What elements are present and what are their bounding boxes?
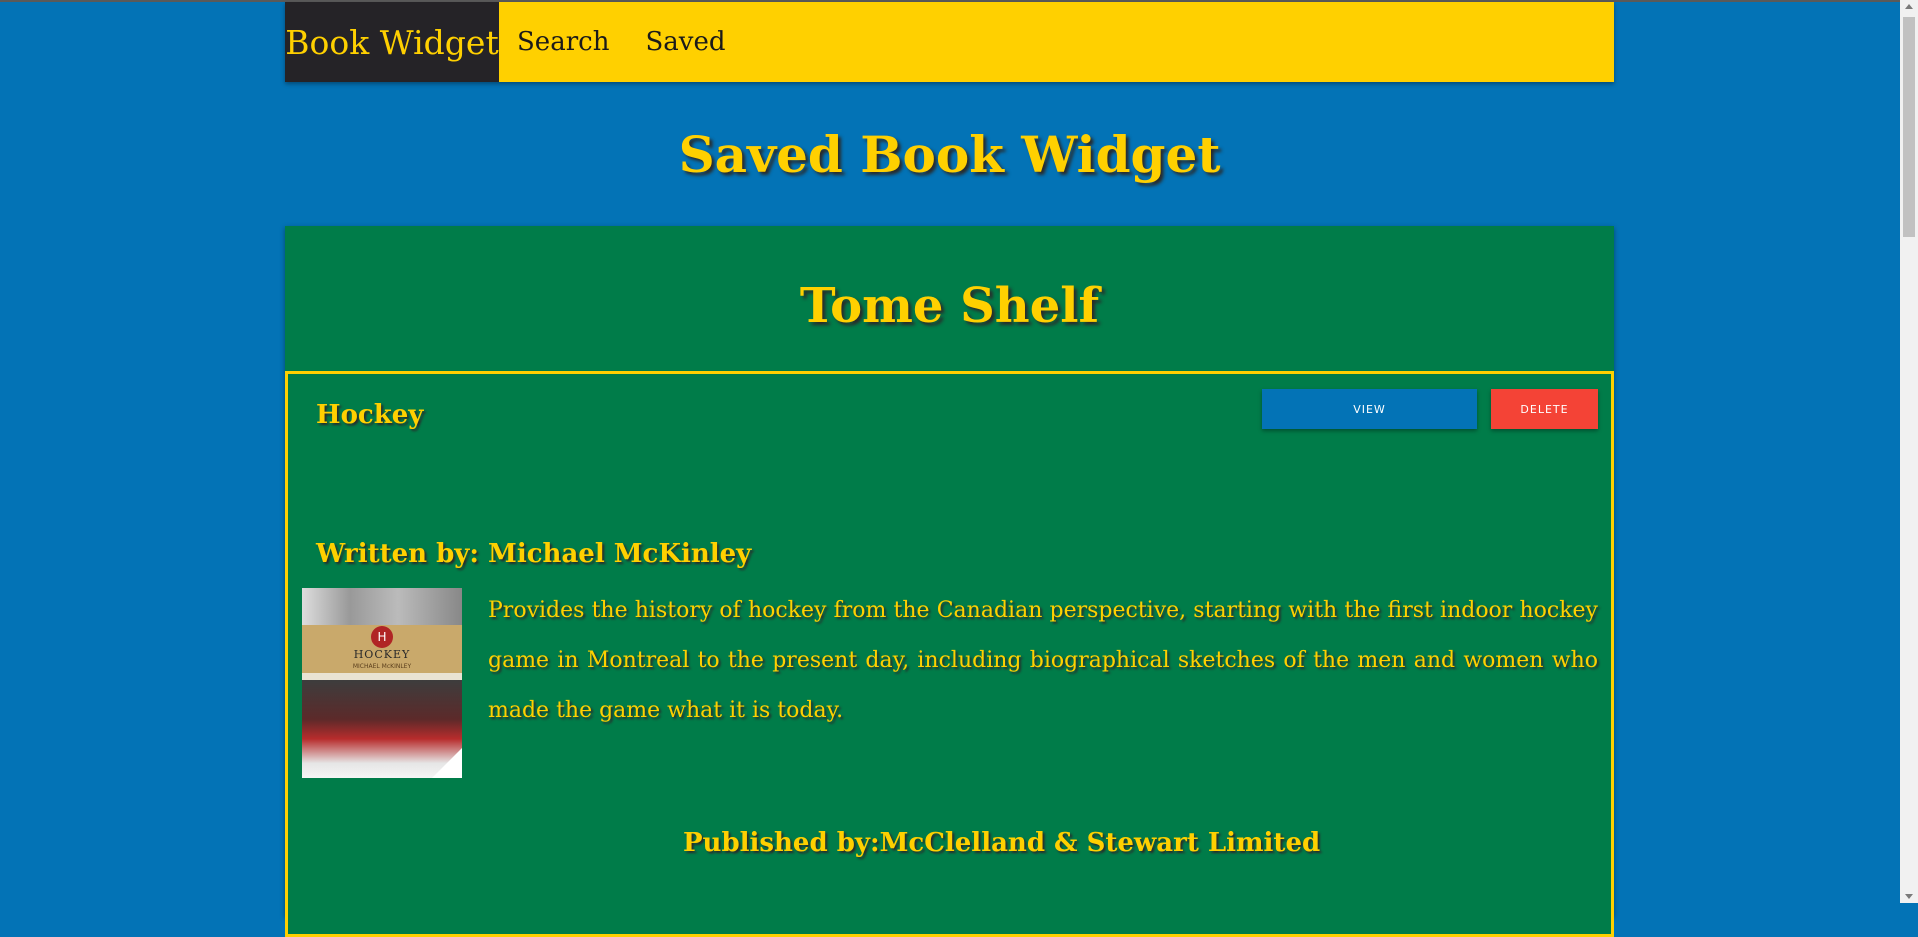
page-title: Saved Book Widget: [678, 125, 1221, 184]
scroll-up-arrow-icon[interactable]: [1905, 4, 1913, 9]
book-publisher: Published by:McClelland & Stewart Limite…: [683, 828, 1321, 858]
panel-title: Tome Shelf: [799, 278, 1100, 334]
scroll-down-arrow-icon[interactable]: [1905, 894, 1913, 899]
book-cover-image: H HOCKEY MICHAEL McKINLEY: [302, 588, 462, 778]
delete-button[interactable]: Delete: [1491, 389, 1598, 429]
cover-top-photo: [302, 588, 462, 625]
nav-link-saved[interactable]: Saved: [627, 2, 743, 82]
scroll-thumb[interactable]: [1903, 17, 1915, 237]
cover-title-text: HOCKEY: [353, 648, 411, 661]
book-description: Provides the history of hockey from the …: [488, 598, 1598, 723]
view-button[interactable]: View: [1262, 389, 1477, 429]
page-scrollbar[interactable]: [1900, 0, 1918, 903]
cover-crest-icon: H: [371, 626, 393, 648]
brand-link[interactable]: Book Widget: [285, 2, 499, 82]
nav-link-search[interactable]: Search: [499, 2, 627, 82]
book-title: Hockey: [316, 400, 424, 430]
top-navbar: Book Widget Search Saved: [285, 2, 1614, 82]
cover-author-text: MICHAEL McKINLEY: [352, 663, 412, 670]
book-author: Written by: Michael McKinley: [316, 539, 752, 569]
tome-shelf-panel: Tome Shelf Hockey View Delete Written by…: [285, 226, 1614, 937]
page-curl-icon: [432, 748, 462, 778]
book-card: Hockey View Delete Written by: Michael M…: [285, 371, 1614, 937]
